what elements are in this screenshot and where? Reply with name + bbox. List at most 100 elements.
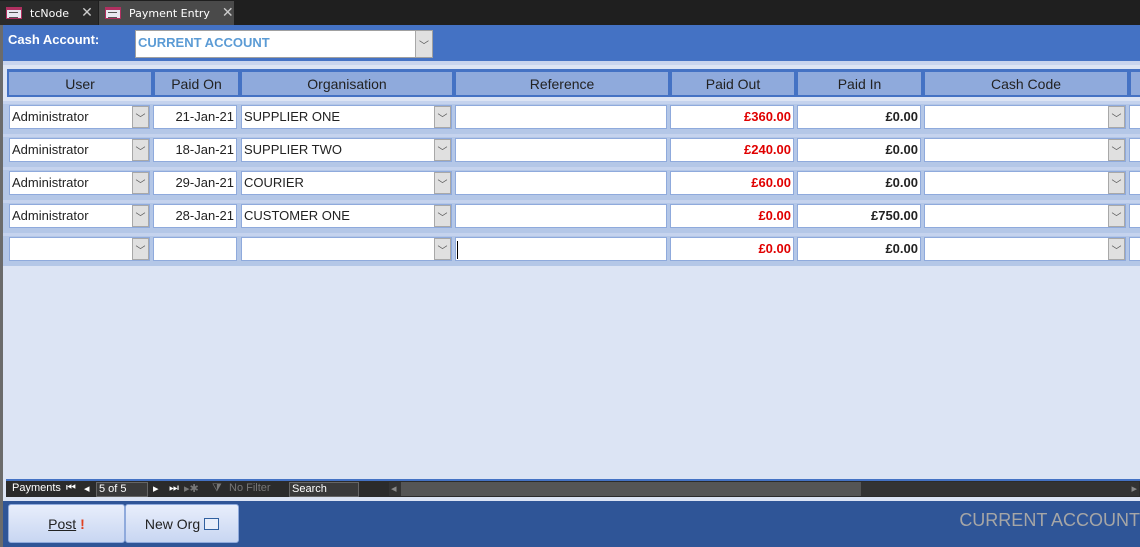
cell-user[interactable]: ﹀ [9,237,150,261]
chevron-down-icon[interactable]: ﹀ [434,139,451,161]
scrollbar-thumb[interactable] [401,482,861,496]
cell-paid-in[interactable]: £0.00 [797,105,921,129]
column-header-organisation[interactable]: Organisation [240,69,454,97]
cell-cash-code[interactable]: ﹀ [924,237,1126,261]
form-footer: Post ! New Org CURRENT ACCOUNT [3,499,1140,547]
previous-record-icon[interactable]: ◂ [84,482,90,495]
cell-overflow[interactable] [1129,171,1140,195]
chevron-down-icon[interactable]: ﹀ [132,172,149,194]
cell-overflow[interactable] [1129,237,1140,261]
cell-overflow[interactable] [1129,204,1140,228]
chevron-down-icon[interactable]: ﹀ [132,106,149,128]
cash-account-combo[interactable]: CURRENT ACCOUNT ﹀ [135,30,433,58]
column-header-paid-in[interactable]: Paid In [796,69,923,97]
chevron-down-icon[interactable]: ﹀ [1108,106,1125,128]
new-record-icon[interactable]: ▸✱ [184,482,199,495]
chevron-down-icon[interactable]: ﹀ [132,238,149,260]
cell-value: Administrator [12,109,89,124]
cell-overflow[interactable] [1129,105,1140,129]
post-button[interactable]: Post ! [8,504,125,543]
search-input[interactable]: Search [289,482,359,497]
cell-organisation[interactable]: ﹀ [241,237,452,261]
cell-user[interactable]: Administrator ﹀ [9,204,150,228]
first-record-icon[interactable]: ⏮ [66,482,76,495]
row-separator [3,134,1140,137]
cell-paid-on[interactable]: 21-Jan-21 [153,105,237,129]
column-header-cash-code[interactable]: Cash Code [923,69,1129,97]
chevron-down-icon[interactable]: ﹀ [415,31,432,57]
cell-paid-out[interactable]: £360.00 [670,105,794,129]
text-cursor [457,241,458,259]
new-org-button[interactable]: New Org [125,504,239,543]
close-icon[interactable]: ✕ [222,5,234,21]
payment-entry-form: Cash Account: CURRENT ACCOUNT ﹀ User Pai… [0,25,1140,547]
cell-user[interactable]: Administrator ﹀ [9,138,150,162]
cell-paid-out[interactable]: £240.00 [670,138,794,162]
chevron-down-icon[interactable]: ﹀ [434,205,451,227]
cell-paid-in[interactable]: £0.00 [797,237,921,261]
chevron-down-icon[interactable]: ﹀ [1108,238,1125,260]
cell-cash-code[interactable]: ﹀ [924,105,1126,129]
chevron-down-icon[interactable]: ﹀ [434,172,451,194]
chevron-down-icon[interactable]: ﹀ [1108,205,1125,227]
row-separator [3,101,1140,104]
cell-reference[interactable] [455,105,667,129]
record-number-input[interactable]: 5 of 5 [96,482,148,497]
tab-tcnode[interactable]: tcNode ✕ [0,1,98,25]
horizontal-scrollbar[interactable]: ◂ ▸ [389,482,1139,496]
scroll-right-icon[interactable]: ▸ [1131,482,1137,495]
cell-paid-on[interactable]: 28-Jan-21 [153,204,237,228]
filter-status[interactable]: No Filter [229,482,271,494]
next-record-icon[interactable]: ▸ [153,482,159,495]
chevron-down-icon[interactable]: ﹀ [1108,172,1125,194]
cash-account-label: Cash Account: [8,32,100,47]
chevron-down-icon[interactable]: ﹀ [1108,139,1125,161]
cell-reference[interactable] [455,171,667,195]
cell-organisation[interactable]: SUPPLIER ONE ﹀ [241,105,452,129]
column-header-paid-out[interactable]: Paid Out [670,69,796,97]
cell-cash-code[interactable]: ﹀ [924,138,1126,162]
tab-payment-entry[interactable]: Payment Entry ✕ [99,1,234,25]
close-icon[interactable]: ✕ [81,5,93,21]
cell-value: £240.00 [744,142,791,157]
cell-cash-code[interactable]: ﹀ [924,204,1126,228]
chevron-down-icon[interactable]: ﹀ [132,205,149,227]
cell-cash-code[interactable]: ﹀ [924,171,1126,195]
cell-user[interactable]: Administrator ﹀ [9,105,150,129]
last-record-icon[interactable]: ⏭ [169,482,179,495]
cell-paid-in[interactable]: £0.00 [797,138,921,162]
cell-reference[interactable] [455,138,667,162]
form-icon [6,7,22,19]
chevron-down-icon[interactable]: ﹀ [132,139,149,161]
footer-account-label: CURRENT ACCOUNT [959,510,1140,530]
scroll-left-icon[interactable]: ◂ [391,482,397,495]
cell-user[interactable]: Administrator ﹀ [9,171,150,195]
cell-paid-out[interactable]: £60.00 [670,171,794,195]
exclamation-icon: ! [80,515,85,532]
cell-overflow[interactable] [1129,138,1140,162]
cell-organisation[interactable]: CUSTOMER ONE ﹀ [241,204,452,228]
post-label: Post [48,515,77,532]
cell-reference[interactable] [455,204,667,228]
cell-value: Administrator [12,208,89,223]
cell-organisation[interactable]: SUPPLIER TWO ﹀ [241,138,452,162]
cell-paid-in[interactable]: £0.00 [797,171,921,195]
column-header-reference[interactable]: Reference [454,69,670,97]
cell-reference[interactable] [455,237,667,261]
chevron-down-icon[interactable]: ﹀ [434,106,451,128]
cell-paid-on[interactable]: 18-Jan-21 [153,138,237,162]
chevron-down-icon[interactable]: ﹀ [434,238,451,260]
column-header-user[interactable]: User [7,69,153,97]
cell-paid-in[interactable]: £750.00 [797,204,921,228]
form-icon [204,517,220,530]
column-header-paid-on[interactable]: Paid On [153,69,240,97]
cell-paid-out[interactable]: £0.00 [670,237,794,261]
cell-value: £0.00 [885,241,918,256]
cell-paid-out[interactable]: £0.00 [670,204,794,228]
filter-icon[interactable]: ⧩ [212,482,222,495]
form-icon [105,7,121,19]
cell-paid-on[interactable] [153,237,237,261]
cell-organisation[interactable]: COURIER ﹀ [241,171,452,195]
cell-paid-on[interactable]: 29-Jan-21 [153,171,237,195]
cell-value: £750.00 [871,208,918,223]
